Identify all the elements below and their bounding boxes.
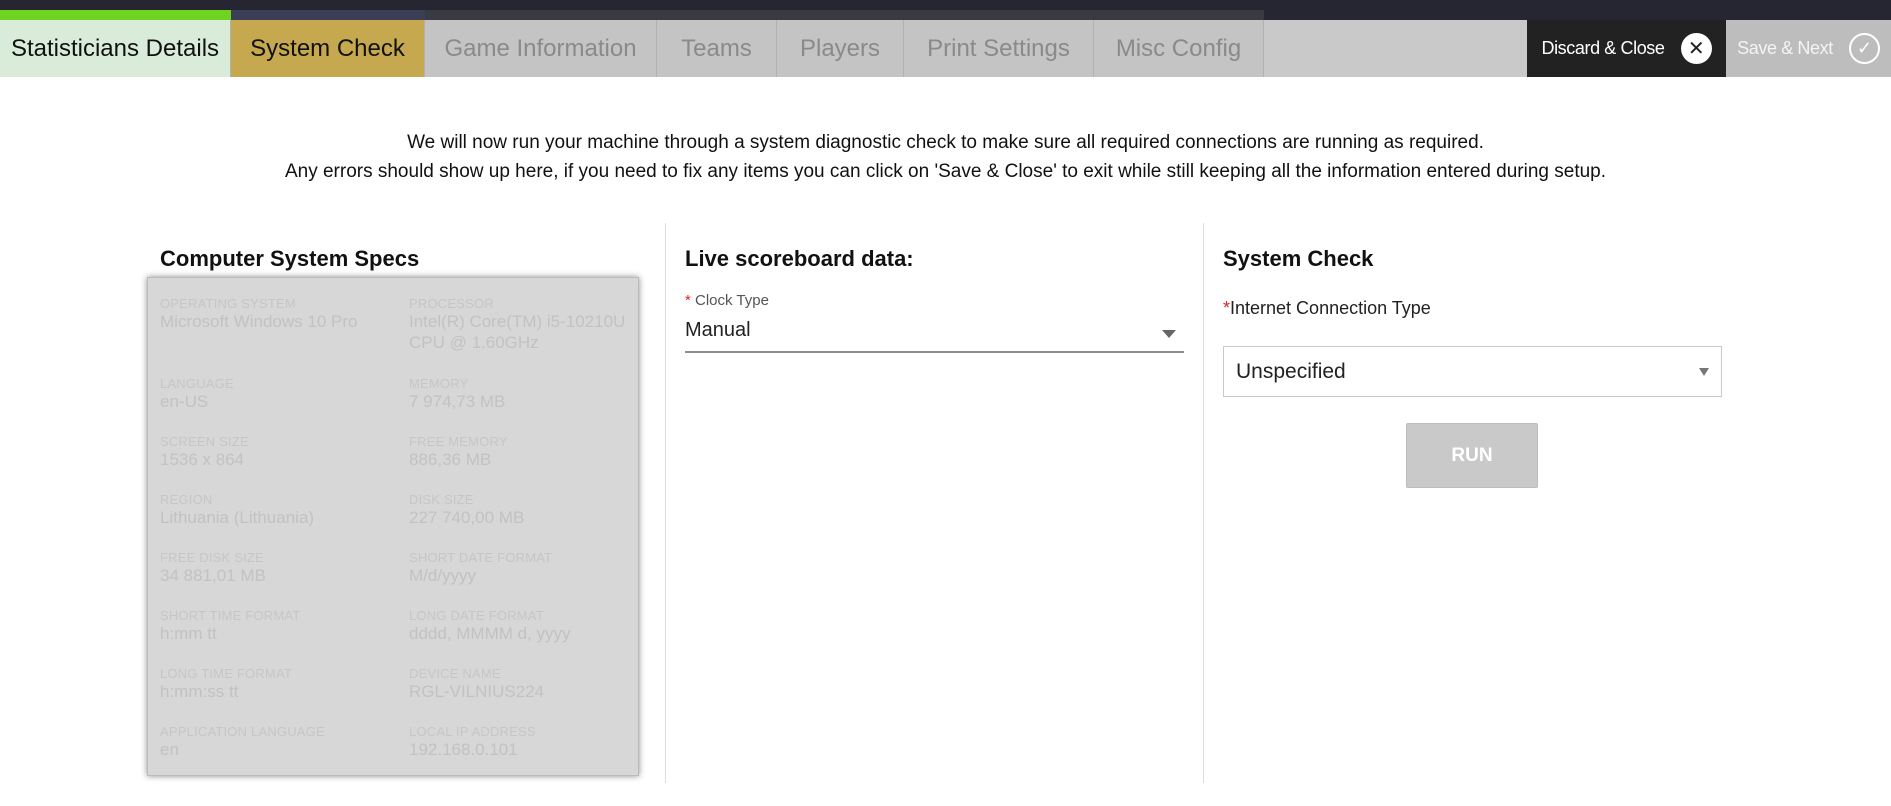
discard-close-button[interactable]: Discard & Close ✕ bbox=[1527, 20, 1726, 77]
internet-connection-label-text: Internet Connection Type bbox=[1230, 298, 1431, 318]
spec-value: 886,36 MB bbox=[409, 450, 492, 469]
spec-memory: MEMORY 7 974,73 MB bbox=[409, 376, 637, 412]
spec-device-name: DEVICE NAME RGL-VILNIUS224 bbox=[409, 666, 637, 702]
column-divider bbox=[1203, 223, 1204, 783]
progress-segment-remaining bbox=[425, 10, 1264, 20]
tab-print-settings[interactable]: Print Settings bbox=[904, 20, 1094, 77]
save-next-button[interactable]: Save & Next ✓ bbox=[1726, 20, 1891, 77]
progress-segment-complete bbox=[0, 10, 231, 20]
tab-players[interactable]: Players bbox=[777, 20, 904, 77]
spec-disk-size: DISK SIZE 227 740,00 MB bbox=[409, 492, 637, 528]
tab-misc-config[interactable]: Misc Config bbox=[1094, 20, 1264, 77]
spec-label: LONG TIME FORMAT bbox=[160, 666, 293, 681]
spec-value: 227 740,00 MB bbox=[409, 508, 525, 527]
spec-label: LANGUAGE bbox=[160, 376, 234, 391]
spec-label: DISK SIZE bbox=[409, 492, 474, 507]
spec-value: M/d/yyyy bbox=[409, 566, 477, 585]
internet-connection-select[interactable]: Unspecified bbox=[1223, 346, 1722, 397]
spec-label: OPERATING SYSTEM bbox=[160, 296, 296, 311]
spec-processor: PROCESSOR Intel(R) Core(TM) i5-10210U CP… bbox=[409, 296, 637, 353]
internet-connection-label: *Internet Connection Type bbox=[1223, 298, 1431, 319]
checkmark-icon: ✓ bbox=[1848, 33, 1880, 64]
tab-system-check[interactable]: System Check bbox=[231, 20, 425, 77]
spec-label: DEVICE NAME bbox=[409, 666, 501, 681]
specs-title: Computer System Specs bbox=[160, 246, 420, 271]
progress-strip bbox=[0, 0, 1891, 20]
system-check-title: System Check bbox=[1223, 246, 1374, 271]
spec-local-ip-address: LOCAL IP ADDRESS 192.168.0.101 bbox=[409, 724, 637, 760]
dropdown-arrow-icon bbox=[1699, 368, 1709, 376]
spec-value: 1536 x 864 bbox=[160, 450, 245, 469]
intro-line-1: We will now run your machine through a s… bbox=[407, 132, 1484, 153]
spec-label: REGION bbox=[160, 492, 213, 507]
scoreboard-title: Live scoreboard data: bbox=[685, 246, 914, 271]
spec-value: h:mm tt bbox=[160, 624, 217, 643]
run-button[interactable]: RUN bbox=[1406, 423, 1538, 488]
spec-value: RGL-VILNIUS224 bbox=[409, 682, 545, 701]
spec-operating-system: OPERATING SYSTEM Microsoft Windows 10 Pr… bbox=[160, 296, 390, 332]
spec-long-date-format: LONG DATE FORMAT dddd, MMMM d, yyyy bbox=[409, 608, 637, 644]
save-next-label: Save & Next bbox=[1737, 38, 1833, 58]
spec-screen-size: SCREEN SIZE 1536 x 864 bbox=[160, 434, 390, 470]
required-marker: * bbox=[1223, 298, 1231, 318]
spec-short-date-format: SHORT DATE FORMAT M/d/yyyy bbox=[409, 550, 637, 586]
spec-value: Intel(R) Core(TM) i5-10210U CPU @ 1.60GH… bbox=[409, 312, 626, 352]
intro-text: We will now run your machine through a s… bbox=[0, 128, 1891, 186]
spec-label: SHORT DATE FORMAT bbox=[409, 550, 553, 565]
close-icon: ✕ bbox=[1680, 33, 1712, 64]
spec-value: 192.168.0.101 bbox=[409, 740, 518, 759]
internet-connection-value: Unspecified bbox=[1236, 360, 1346, 383]
tab-bar-filler bbox=[1264, 20, 1527, 77]
discard-close-label: Discard & Close bbox=[1541, 38, 1665, 58]
spec-label: APPLICATION LANGUAGE bbox=[160, 724, 325, 739]
clock-type-label: * Clock Type bbox=[685, 292, 769, 309]
system-specs-panel: OPERATING SYSTEM Microsoft Windows 10 Pr… bbox=[147, 277, 639, 776]
spec-value: Microsoft Windows 10 Pro bbox=[160, 312, 358, 331]
spec-value: en-US bbox=[160, 392, 209, 411]
tab-statisticians-details[interactable]: Statisticians Details bbox=[0, 20, 231, 77]
spec-label: LOCAL IP ADDRESS bbox=[409, 724, 536, 739]
spec-application-language: APPLICATION LANGUAGE en bbox=[160, 724, 390, 760]
spec-label: SHORT TIME FORMAT bbox=[160, 608, 301, 623]
spec-value: h:mm:ss tt bbox=[160, 682, 239, 701]
spec-value: Lithuania (Lithuania) bbox=[160, 508, 315, 527]
column-divider bbox=[665, 223, 666, 783]
spec-region: REGION Lithuania (Lithuania) bbox=[160, 492, 390, 528]
spec-label: MEMORY bbox=[409, 376, 469, 391]
spec-long-time-format: LONG TIME FORMAT h:mm:ss tt bbox=[160, 666, 390, 702]
spec-value: en bbox=[160, 740, 179, 759]
spec-label: LONG DATE FORMAT bbox=[409, 608, 544, 623]
intro-line-2: Any errors should show up here, if you n… bbox=[284, 161, 1607, 182]
spec-label: PROCESSOR bbox=[409, 296, 494, 311]
clock-type-label-text: Clock Type bbox=[695, 292, 769, 309]
spec-free-memory: FREE MEMORY 886,36 MB bbox=[409, 434, 637, 470]
spec-label: FREE MEMORY bbox=[409, 434, 508, 449]
tab-game-information[interactable]: Game Information bbox=[425, 20, 657, 77]
spec-language: LANGUAGE en-US bbox=[160, 376, 390, 412]
required-marker: * bbox=[685, 292, 691, 309]
spec-label: SCREEN SIZE bbox=[160, 434, 249, 449]
spec-value: 7 974,73 MB bbox=[409, 392, 506, 411]
tab-teams[interactable]: Teams bbox=[657, 20, 777, 77]
spec-free-disk-size: FREE DISK SIZE 34 881,01 MB bbox=[160, 550, 390, 586]
spec-label: FREE DISK SIZE bbox=[160, 550, 264, 565]
spec-short-time-format: SHORT TIME FORMAT h:mm tt bbox=[160, 608, 390, 644]
spec-value: dddd, MMMM d, yyyy bbox=[409, 624, 571, 643]
clock-type-value: Manual bbox=[685, 319, 751, 341]
progress-segment-current bbox=[231, 10, 425, 20]
clock-type-select[interactable]: Manual bbox=[685, 316, 1184, 353]
dropdown-arrow-icon bbox=[1162, 330, 1176, 338]
spec-value: 34 881,01 MB bbox=[160, 566, 266, 585]
